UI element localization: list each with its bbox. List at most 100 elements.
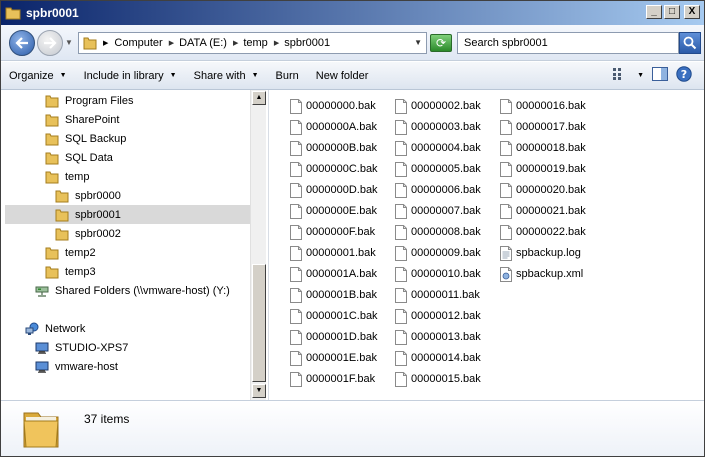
nav-scrollbar[interactable]: ▲ ▼ [250, 90, 266, 400]
file-item[interactable]: 00000018.bak [500, 138, 586, 158]
organize-menu[interactable]: Organize ▼ [9, 70, 67, 82]
file-item[interactable]: 00000022.bak [500, 222, 586, 242]
file-item[interactable]: 00000007.bak [395, 201, 481, 221]
tree-item-spbr0002[interactable]: spbr0002 [55, 224, 121, 243]
help-icon[interactable]: ? [676, 66, 692, 85]
file-name: 0000000B.bak [306, 142, 377, 154]
file-list: 00000000.bak 0000000A.bak 0000000B.bak 0000… [270, 90, 704, 400]
file-item[interactable]: 0000000C.bak [290, 159, 378, 179]
file-item[interactable]: spbackup.log [500, 243, 581, 263]
tree-item-sql-data[interactable]: SQL Data [45, 148, 113, 167]
preview-pane-icon[interactable] [652, 67, 668, 84]
refresh-button[interactable]: ⟳ [430, 34, 452, 52]
file-name: 00000013.bak [411, 331, 481, 343]
breadcrumb-computer[interactable]: Computer ▶ [114, 37, 174, 49]
breadcrumb-separator-icon[interactable]: ▶ [103, 39, 108, 47]
new-folder-button[interactable]: New folder [316, 70, 369, 82]
scroll-thumb[interactable] [252, 264, 266, 382]
tree-item-spbr0000[interactable]: spbr0000 [55, 186, 121, 205]
file-name: 00000012.bak [411, 310, 481, 322]
file-item[interactable]: 0000000B.bak [290, 138, 377, 158]
file-item[interactable]: 00000019.bak [500, 159, 586, 179]
file-item[interactable]: 00000021.bak [500, 201, 586, 221]
file-name: 00000021.bak [516, 205, 586, 217]
file-item[interactable]: 00000003.bak [395, 117, 481, 137]
file-item[interactable]: 0000001D.bak [290, 327, 378, 347]
file-icon [395, 119, 407, 135]
back-button[interactable] [9, 30, 35, 56]
file-icon [290, 371, 302, 387]
file-item[interactable]: 00000016.bak [500, 96, 586, 116]
file-item[interactable]: 00000009.bak [395, 243, 481, 263]
breadcrumb-data-drive[interactable]: DATA (E:) ▶ [179, 37, 238, 49]
file-item[interactable]: 00000012.bak [395, 306, 481, 326]
breadcrumb-spbr0001[interactable]: spbr0001 [284, 37, 330, 49]
tree-item-shared-folders[interactable]: Shared Folders (\\vmware-host) (Y:) [35, 281, 230, 300]
file-item[interactable]: 0000001E.bak [290, 348, 377, 368]
file-name: 0000001B.bak [306, 289, 377, 301]
file-icon [395, 371, 407, 387]
scroll-up-icon[interactable]: ▲ [252, 91, 266, 105]
file-name: 0000000E.bak [306, 205, 377, 217]
file-item[interactable]: 00000001.bak [290, 243, 376, 263]
file-icon [395, 266, 407, 282]
file-item[interactable]: 00000014.bak [395, 348, 481, 368]
tree-item-temp3[interactable]: temp3 [45, 262, 96, 281]
file-item[interactable]: 00000010.bak [395, 264, 481, 284]
command-bar: Organize ▼ Include in library ▼ Share with… [1, 62, 704, 90]
tree-item-sharepoint[interactable]: SharePoint [45, 110, 119, 129]
minimize-button[interactable]: _ [646, 5, 662, 19]
file-name: 0000000D.bak [306, 184, 378, 196]
folder-icon [55, 227, 69, 241]
burn-button[interactable]: Burn [276, 70, 299, 82]
tree-item-spbr0001[interactable]: spbr0001 [5, 205, 250, 224]
file-item[interactable]: 0000000F.bak [290, 222, 375, 242]
file-item[interactable]: 0000001A.bak [290, 264, 377, 284]
tree-item-network[interactable]: Network [25, 319, 85, 338]
search-input[interactable]: Search spbr0001 [457, 32, 679, 54]
title-bar[interactable]: spbr0001 _ □ X [1, 1, 704, 25]
file-item[interactable]: spbackup.xml [500, 264, 583, 284]
file-item[interactable]: 00000008.bak [395, 222, 481, 242]
forward-button[interactable] [37, 30, 63, 56]
tree-item-program-files[interactable]: Program Files [45, 91, 133, 110]
file-item[interactable]: 00000015.bak [395, 369, 481, 389]
search-button[interactable] [679, 32, 701, 54]
file-item[interactable]: 00000013.bak [395, 327, 481, 347]
file-item[interactable]: 00000005.bak [395, 159, 481, 179]
file-item[interactable]: 00000002.bak [395, 96, 481, 116]
breadcrumb-temp[interactable]: temp ▶ [243, 37, 279, 49]
file-item[interactable]: 00000020.bak [500, 180, 586, 200]
file-item[interactable]: 00000017.bak [500, 117, 586, 137]
close-button[interactable]: X [684, 5, 700, 19]
scroll-down-icon[interactable]: ▼ [252, 384, 266, 398]
file-icon [395, 308, 407, 324]
view-options-icon[interactable] [613, 68, 629, 83]
tree-item-temp2[interactable]: temp2 [45, 243, 96, 262]
file-item[interactable]: 00000011.bak [395, 285, 480, 305]
file-icon [290, 266, 302, 282]
file-icon [500, 203, 512, 219]
tree-item-temp[interactable]: temp [45, 167, 89, 186]
recent-pages-chevron-icon[interactable]: ▼ [65, 38, 75, 48]
folder-icon [45, 246, 59, 260]
file-item[interactable]: 00000000.bak [290, 96, 376, 116]
maximize-button[interactable]: □ [664, 5, 680, 19]
include-in-library-menu[interactable]: Include in library ▼ [84, 70, 177, 82]
file-name: 00000020.bak [516, 184, 586, 196]
view-menu-chevron-icon[interactable]: ▼ [637, 72, 644, 79]
tree-item-studio-xps7[interactable]: STUDIO-XPS7 [35, 338, 128, 357]
tree-item-vmware-host[interactable]: vmware-host [35, 357, 118, 376]
file-item[interactable]: 0000000D.bak [290, 180, 378, 200]
address-dropdown-icon[interactable]: ▼ [414, 38, 422, 47]
file-item[interactable]: 00000006.bak [395, 180, 481, 200]
share-with-menu[interactable]: Share with ▼ [194, 70, 259, 82]
tree-item-sql-backup[interactable]: SQL Backup [45, 129, 126, 148]
file-item[interactable]: 0000000A.bak [290, 117, 377, 137]
address-bar[interactable]: ▶ Computer ▶ DATA (E:) ▶ temp ▶ spbr0001 ▼ [78, 32, 427, 54]
file-item[interactable]: 0000001C.bak [290, 306, 378, 326]
file-item[interactable]: 0000000E.bak [290, 201, 377, 221]
file-item[interactable]: 0000001F.bak [290, 369, 375, 389]
file-item[interactable]: 00000004.bak [395, 138, 481, 158]
file-item[interactable]: 0000001B.bak [290, 285, 377, 305]
